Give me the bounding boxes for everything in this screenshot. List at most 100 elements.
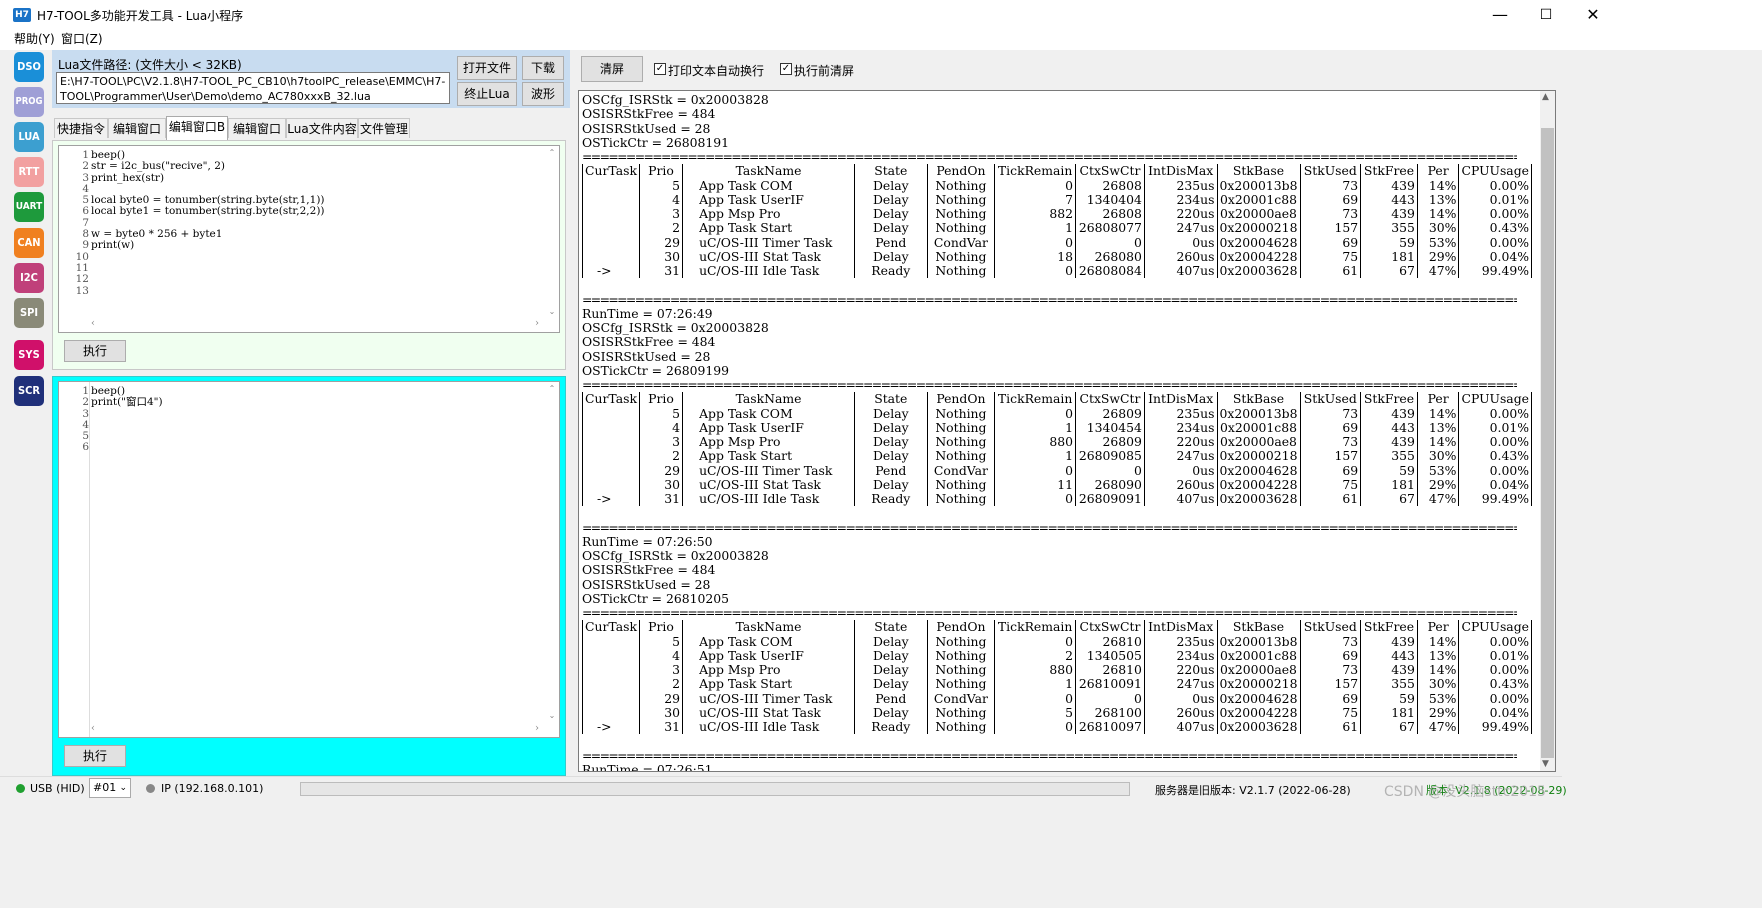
sidebar-uart-button[interactable]: UART: [14, 192, 44, 222]
minimize-button[interactable]: —: [1477, 0, 1523, 30]
table-cell: [582, 691, 640, 706]
table-cell: 0.01%: [1458, 648, 1532, 663]
column-header: State: [854, 391, 928, 407]
tab-lua-file-content[interactable]: Lua文件内容: [286, 118, 358, 138]
table-cell: 75: [1299, 705, 1362, 720]
table-cell: 75: [1299, 477, 1362, 492]
table-cell: 2: [638, 448, 684, 464]
table-cell: 0us: [1143, 463, 1218, 478]
scroll-left-icon[interactable]: ‹: [91, 318, 95, 329]
table-cell: 73: [1299, 662, 1362, 678]
tab-editor-b[interactable]: 编辑窗口B: [166, 116, 228, 140]
execute-a-button[interactable]: 执行: [64, 340, 126, 362]
device-select[interactable]: #01 ⌄: [89, 778, 131, 798]
scroll-left-icon[interactable]: ‹: [91, 723, 95, 734]
table-cell: Nothing: [926, 719, 996, 735]
execute-b-button[interactable]: 执行: [64, 745, 126, 767]
table-cell: 14%: [1416, 634, 1460, 649]
code-line: print("窗口4"): [91, 396, 163, 409]
table-cell: 0.00%: [1458, 206, 1532, 222]
table-cell: [582, 677, 640, 692]
tab-quick-commands[interactable]: 快捷指令: [54, 118, 108, 138]
download-button[interactable]: 下载: [522, 56, 564, 80]
table-cell: Nothing: [926, 477, 996, 492]
table-cell: 4: [638, 648, 684, 663]
tab-file-manager[interactable]: 文件管理: [358, 118, 410, 138]
table-cell: 67: [1360, 263, 1418, 279]
scroll-down-icon[interactable]: ⌄: [545, 711, 559, 720]
table-cell: 0.00%: [1458, 634, 1532, 649]
scroll-up-icon[interactable]: ▲: [1542, 92, 1549, 102]
column-header: PendOn: [926, 163, 996, 179]
column-header: TickRemain: [994, 163, 1077, 179]
stop-lua-button[interactable]: 终止Lua: [457, 82, 517, 106]
table-cell: CondVar: [926, 235, 996, 250]
output-line: RunTime = 07:26:50: [582, 533, 713, 549]
table-cell: 0: [994, 491, 1077, 507]
scroll-up-icon[interactable]: ⌃: [545, 148, 559, 157]
scroll-right-icon[interactable]: ›: [535, 318, 539, 329]
scroll-up-icon[interactable]: ⌃: [545, 384, 559, 393]
menu-window[interactable]: 窗口(Z): [61, 30, 103, 47]
code-content[interactable]: beep() print("窗口4"): [91, 385, 163, 454]
sidebar-prog-button[interactable]: PROG: [14, 87, 44, 117]
table-cell: 18: [994, 249, 1077, 264]
sidebar-rtt-button[interactable]: RTT: [14, 157, 44, 187]
output-console[interactable]: OSCfg_ISRStk = 0x20003828 OSISRStkFree = …: [578, 90, 1556, 772]
table-cell: 268090: [1075, 477, 1145, 492]
code-editor-a[interactable]: 1 2 3 4 5 6 7 8 9 10 11 12 13 beep() str = i2c_bus("r…: [58, 145, 560, 333]
app-icon: H7: [13, 8, 31, 22]
tab-editor-c[interactable]: 编辑窗口C: [228, 118, 286, 156]
table-cell: 181: [1360, 705, 1418, 720]
table-cell: 0.43%: [1458, 448, 1532, 464]
sidebar-can-button[interactable]: CAN: [14, 228, 44, 258]
table-cell: Delay: [854, 406, 928, 421]
code-editor-b[interactable]: 123456 beep() print("窗口4") ⌃ ⌄ ‹ ›: [58, 381, 560, 738]
sidebar-scr-button[interactable]: SCR: [14, 376, 44, 406]
scroll-down-icon[interactable]: ▼: [1542, 759, 1549, 769]
table-cell: 47%: [1416, 263, 1460, 279]
output-scroll-thumb[interactable]: [1541, 128, 1554, 758]
auto-wrap-checkbox[interactable]: ✓: [654, 63, 666, 75]
table-cell: 26808077: [1075, 220, 1145, 236]
table-cell: Delay: [854, 434, 928, 450]
table-cell: 0.01%: [1458, 192, 1532, 207]
lua-path-field[interactable]: E:\H7-TOOL\PC\V2.1.8\H7-TOOL_PC_CB10\h7t…: [56, 72, 450, 104]
table-cell: 234us: [1143, 192, 1218, 207]
table-cell: 26808084: [1075, 263, 1145, 279]
close-button[interactable]: ✕: [1570, 0, 1616, 30]
tab-editor-a[interactable]: 编辑窗口A: [108, 118, 166, 156]
sidebar-i2c-button[interactable]: I2C: [14, 263, 44, 293]
table-cell: 0x20003628: [1216, 263, 1301, 279]
table-cell: 268100: [1075, 705, 1145, 720]
table-cell: 355: [1360, 448, 1418, 464]
vertical-scrollbar[interactable]: ⌃ ⌄: [545, 148, 559, 316]
table-cell: 30: [638, 705, 684, 720]
scroll-right-icon[interactable]: ›: [535, 723, 539, 734]
waveform-button[interactable]: 波形: [522, 82, 564, 106]
menu-help[interactable]: 帮助(Y): [14, 30, 55, 47]
maximize-button[interactable]: ☐: [1523, 0, 1569, 30]
sidebar-lua-button[interactable]: LUA: [14, 122, 44, 152]
table-cell: 0x20000218: [1216, 448, 1301, 464]
sidebar-dso-button[interactable]: DSO: [14, 52, 44, 82]
table-cell: 29%: [1416, 249, 1460, 264]
table-cell: 29: [638, 235, 684, 250]
sidebar-sys-button[interactable]: SYS: [14, 340, 44, 370]
table-cell: 14%: [1416, 406, 1460, 421]
horizontal-scrollbar[interactable]: ‹ ›: [89, 723, 541, 737]
table-cell: 26809091: [1075, 491, 1145, 507]
clear-button[interactable]: 清屏: [581, 56, 643, 82]
clear-before-exec-checkbox[interactable]: ✓: [780, 63, 792, 75]
code-content[interactable]: beep() str = i2c_bus("recive", 2) print_he…: [91, 149, 325, 297]
scroll-down-icon[interactable]: ⌄: [545, 307, 559, 316]
table-cell: Nothing: [926, 648, 996, 663]
usb-status-icon: [16, 784, 25, 793]
open-file-button[interactable]: 打开文件: [457, 56, 517, 80]
horizontal-scrollbar[interactable]: ‹ ›: [89, 318, 541, 332]
column-header: TaskName: [682, 391, 856, 407]
vertical-scrollbar[interactable]: ⌃ ⌄: [545, 384, 559, 720]
table-row: 2 App Task Start Delay Nothing 1 26808077 247u…: [582, 220, 1532, 236]
sidebar-spi-button[interactable]: SPI: [14, 298, 44, 328]
table-cell: 26809: [1075, 434, 1145, 450]
